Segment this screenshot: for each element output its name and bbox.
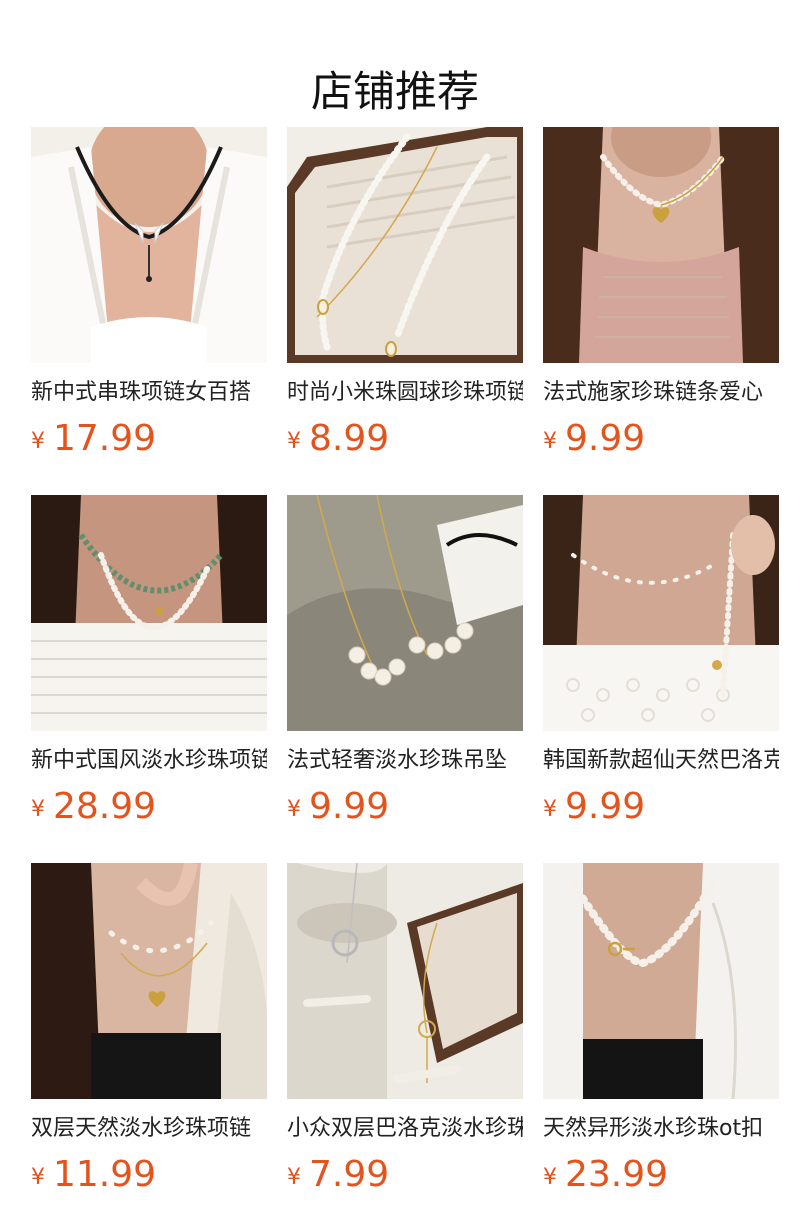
product-name[interactable]: 韩国新款超仙天然巴洛克 (543, 745, 779, 777)
currency-symbol: ¥ (287, 429, 301, 454)
product-price: ¥7.99 (287, 1153, 389, 1197)
necklace-photo-icon (31, 127, 267, 363)
product-card[interactable]: 双层天然淡水珍珠项链 ¥11.99 (31, 863, 267, 1231)
product-price: ¥17.99 (31, 417, 156, 461)
currency-symbol: ¥ (31, 1165, 45, 1190)
product-card[interactable]: 小众双层巴洛克淡水珍珠 ¥7.99 (287, 863, 523, 1231)
necklace-photo-icon (543, 863, 779, 1099)
currency-symbol: ¥ (31, 797, 45, 822)
currency-symbol: ¥ (543, 797, 557, 822)
price-amount: 8.99 (309, 418, 390, 459)
price-amount: 9.99 (565, 786, 646, 827)
necklace-photo-icon (287, 863, 523, 1099)
section-title: 店铺推荐 (310, 67, 479, 117)
product-image[interactable] (31, 863, 267, 1099)
necklace-photo-icon (31, 495, 267, 731)
product-price: ¥8.99 (287, 417, 389, 461)
product-image[interactable] (543, 127, 779, 363)
necklace-photo-icon (287, 127, 523, 363)
currency-symbol: ¥ (31, 429, 45, 454)
product-name[interactable]: 小众双层巴洛克淡水珍珠 (287, 1113, 523, 1145)
currency-symbol: ¥ (543, 1165, 557, 1190)
product-name[interactable]: 新中式串珠项链女百搭 (31, 377, 267, 409)
product-image[interactable] (31, 127, 267, 363)
necklace-photo-icon (287, 495, 523, 731)
product-name[interactable]: 新中式国风淡水珍珠项链 (31, 745, 267, 777)
currency-symbol: ¥ (543, 429, 557, 454)
price-amount: 11.99 (53, 1154, 157, 1195)
product-image[interactable] (287, 863, 523, 1099)
price-amount: 17.99 (53, 418, 157, 459)
product-card[interactable]: 法式施家珍珠链条爱心 ¥9.99 (543, 127, 779, 495)
product-price: ¥9.99 (287, 785, 389, 829)
product-card[interactable]: 韩国新款超仙天然巴洛克 ¥9.99 (543, 495, 779, 863)
price-amount: 9.99 (565, 418, 646, 459)
product-price: ¥11.99 (31, 1153, 156, 1197)
product-name[interactable]: 法式施家珍珠链条爱心 (543, 377, 779, 409)
product-price: ¥23.99 (543, 1153, 668, 1197)
product-price: ¥9.99 (543, 785, 645, 829)
necklace-photo-icon (31, 863, 267, 1099)
currency-symbol: ¥ (287, 1165, 301, 1190)
currency-symbol: ¥ (287, 797, 301, 822)
price-amount: 9.99 (309, 786, 390, 827)
product-name[interactable]: 时尚小米珠圆球珍珠项链 (287, 377, 523, 409)
product-name[interactable]: 天然异形淡水珍珠ot扣 (543, 1113, 779, 1145)
price-amount: 28.99 (53, 786, 157, 827)
product-card[interactable]: 新中式串珠项链女百搭 ¥17.99 (31, 127, 267, 495)
product-card[interactable]: 新中式国风淡水珍珠项链 ¥28.99 (31, 495, 267, 863)
price-amount: 23.99 (565, 1154, 669, 1195)
product-image[interactable] (287, 495, 523, 731)
product-grid: 新中式串珠项链女百搭 ¥17.99 时尚小米珠圆球珍珠项链 ¥ 8.99 法式施… (31, 127, 779, 1231)
product-name[interactable]: 法式轻奢淡水珍珠吊坠 (287, 745, 523, 777)
product-card[interactable]: 时尚小米珠圆球珍珠项链 ¥8.99 (287, 127, 523, 495)
necklace-photo-icon (543, 127, 779, 363)
product-card[interactable]: 法式轻奢淡水珍珠吊坠 ¥9.99 (287, 495, 523, 863)
product-image[interactable] (287, 127, 523, 363)
product-price: ¥28.99 (31, 785, 156, 829)
product-image[interactable] (31, 495, 267, 731)
product-name[interactable]: 双层天然淡水珍珠项链 (31, 1113, 267, 1145)
product-card[interactable]: 天然异形淡水珍珠ot扣 ¥23.99 (543, 863, 779, 1231)
product-price: ¥9.99 (543, 417, 645, 461)
price-amount: 7.99 (309, 1154, 390, 1195)
necklace-photo-icon (543, 495, 779, 731)
product-image[interactable] (543, 863, 779, 1099)
product-image[interactable] (543, 495, 779, 731)
